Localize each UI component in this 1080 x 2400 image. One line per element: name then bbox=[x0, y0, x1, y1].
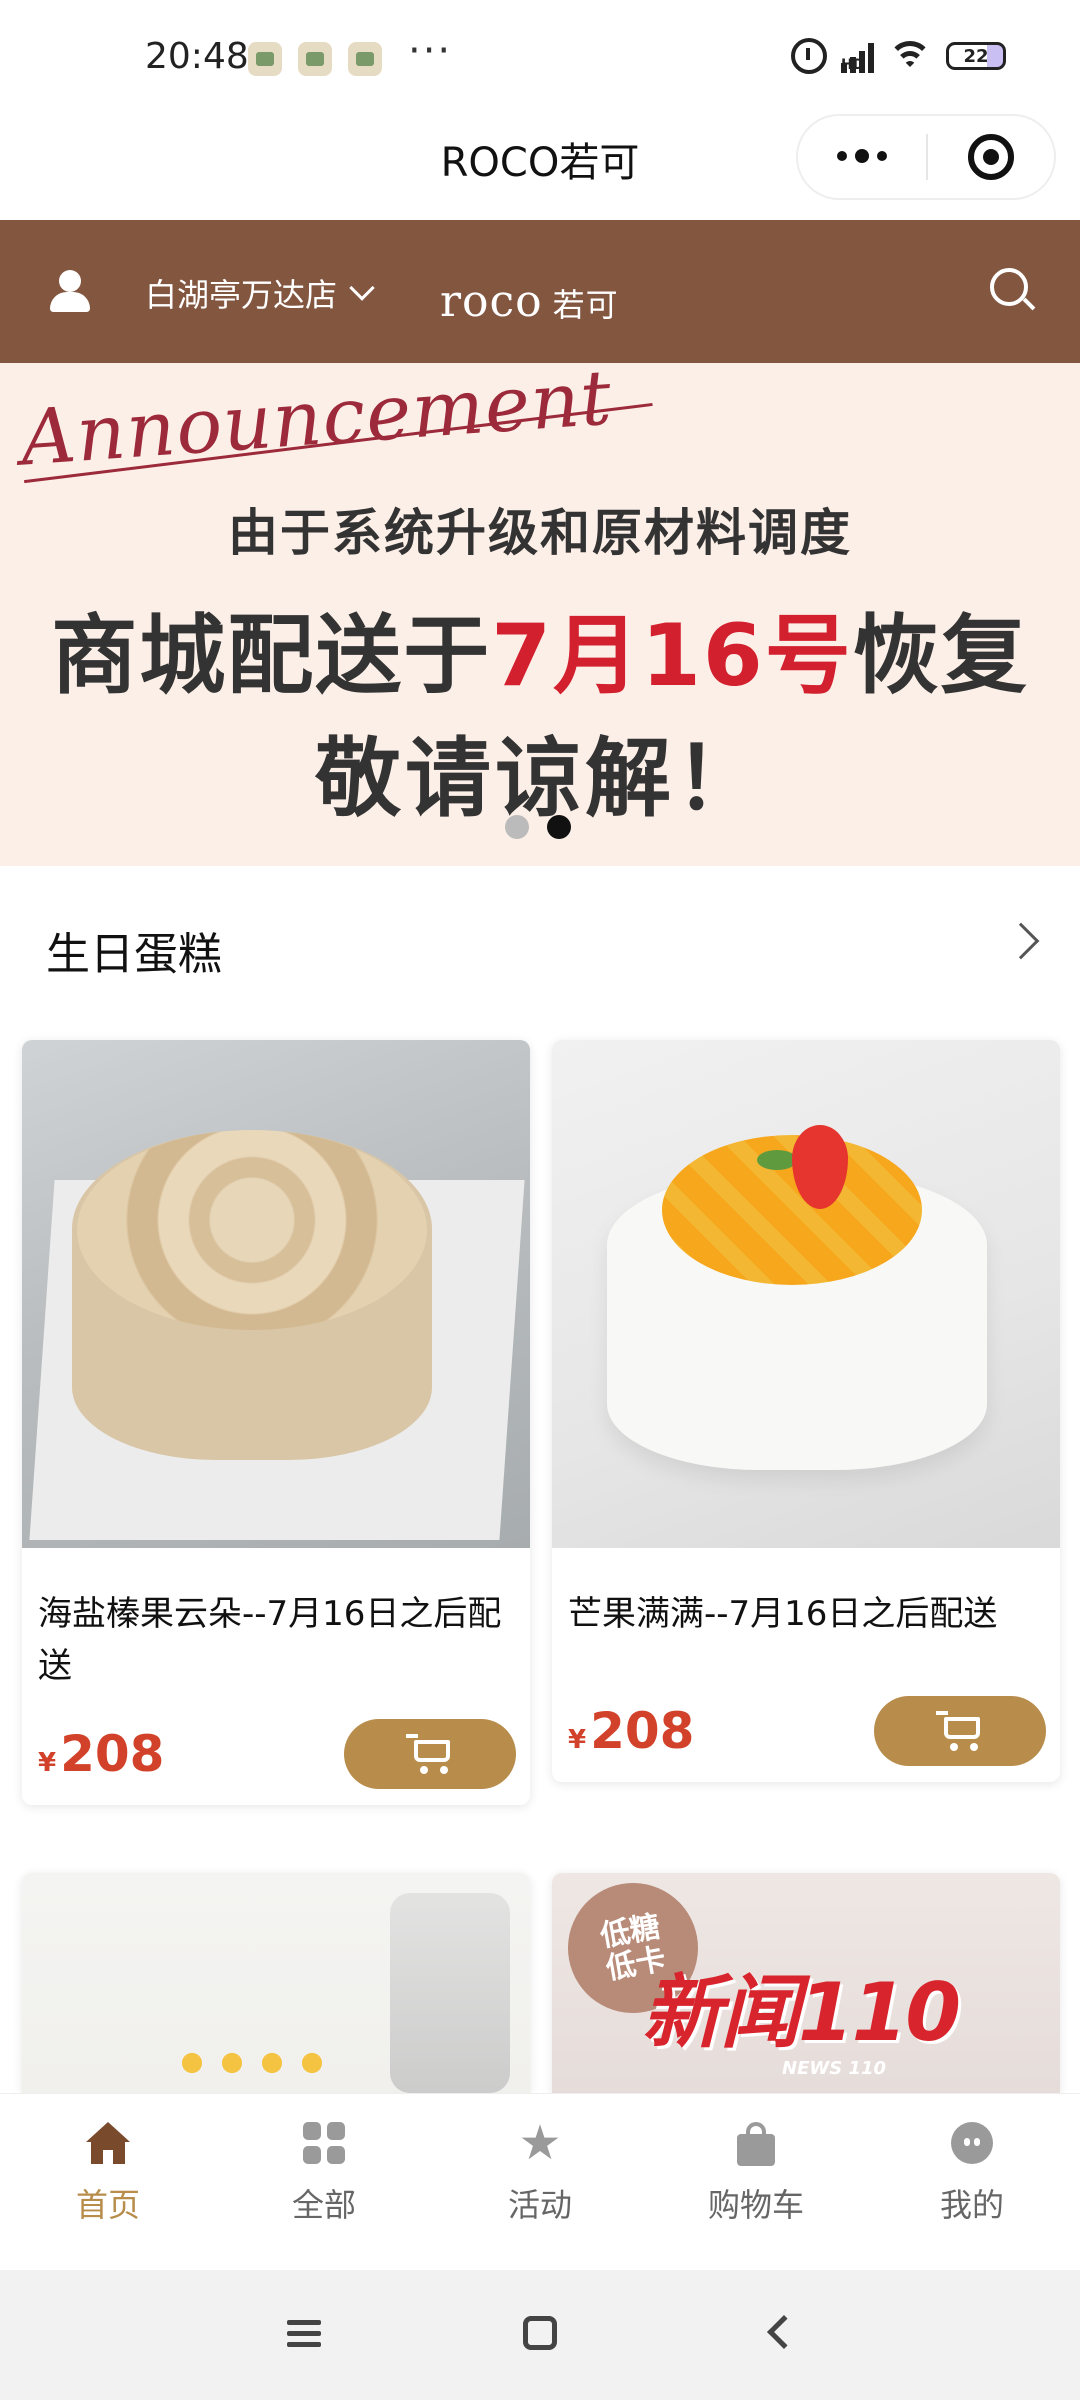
add-to-cart-button[interactable] bbox=[874, 1696, 1046, 1766]
battery-icon: 22 bbox=[946, 42, 1006, 70]
product-card[interactable]: 芒果满满--7月16日之后配送 ¥ 208 bbox=[552, 1040, 1060, 1782]
product-image[interactable] bbox=[552, 1040, 1060, 1548]
user-icon[interactable] bbox=[48, 270, 92, 314]
carousel-dot[interactable] bbox=[505, 815, 529, 839]
miniprogram-header: ROCO若可 bbox=[0, 110, 1080, 220]
back-icon[interactable] bbox=[767, 2315, 801, 2349]
battery-level: 22 bbox=[963, 45, 989, 67]
price-row: ¥ 208 bbox=[568, 1696, 1046, 1766]
banner-line-2-suffix: 恢复 bbox=[852, 606, 1029, 706]
tab-activities[interactable]: ★ 活动 bbox=[432, 2094, 648, 2270]
chevron-right-icon[interactable] bbox=[1002, 922, 1040, 960]
system-navigation-bar bbox=[0, 2270, 1080, 2400]
store-name: 白湖亭万达店 bbox=[145, 276, 338, 314]
banner-line-2: 商城配送于7月16号恢复 bbox=[0, 585, 1080, 710]
logo-cn-text: 若可 bbox=[552, 286, 619, 324]
tab-label: 购物车 bbox=[707, 2186, 804, 2224]
close-miniprogram-button[interactable] bbox=[928, 134, 1054, 180]
network-label: HD bbox=[841, 57, 865, 73]
banner-line-1: 由于系统升级和原材料调度 bbox=[228, 504, 852, 562]
product-card[interactable]: 海盐榛果云朵--7月16日之后配送 ¥ 208 bbox=[22, 1040, 530, 1805]
bottom-tab-bar: 首页 全部 ★ 活动 购物车 我的 bbox=[0, 2093, 1080, 2270]
more-options-button[interactable] bbox=[798, 149, 926, 163]
section-header[interactable]: 生日蛋糕 bbox=[0, 866, 1080, 1026]
product-price: ¥ 208 bbox=[38, 1725, 164, 1783]
status-time: 20:48 bbox=[145, 36, 249, 77]
tab-label: 首页 bbox=[75, 2186, 140, 2224]
brand-bar: 白湖亭万达店 roco 若可 bbox=[0, 220, 1080, 363]
wifi-icon bbox=[888, 39, 932, 73]
tab-label: 全部 bbox=[291, 2186, 356, 2224]
status-bar: 20:48 ··· HD 22 bbox=[0, 0, 1080, 110]
status-more-indicator: ··· bbox=[408, 28, 453, 74]
price-value: 208 bbox=[60, 1725, 165, 1783]
notification-app-icon bbox=[348, 42, 382, 76]
shopping-bag-icon bbox=[733, 2120, 779, 2166]
banner-highlight-date: 7月16号 bbox=[491, 606, 853, 706]
add-to-cart-button[interactable] bbox=[344, 1719, 516, 1789]
banner-line-2-prefix: 商城配送于 bbox=[51, 606, 492, 706]
logo-text: roco bbox=[440, 276, 543, 327]
tab-label: 我的 bbox=[939, 2186, 1004, 2224]
price-row: ¥ 208 bbox=[38, 1719, 516, 1789]
notification-app-icon bbox=[248, 42, 282, 76]
chevron-down-icon bbox=[349, 275, 375, 301]
currency-symbol: ¥ bbox=[568, 1725, 587, 1755]
news-overlay-subtext: NEWS 110 bbox=[782, 2058, 887, 2079]
carousel-indicator bbox=[505, 815, 571, 839]
product-name: 芒果满满--7月16日之后配送 bbox=[568, 1594, 998, 1634]
currency-symbol: ¥ bbox=[38, 1748, 57, 1778]
product-image[interactable] bbox=[22, 1873, 530, 2093]
capsule-menu bbox=[796, 114, 1056, 200]
notification-app-icon bbox=[298, 42, 332, 76]
tab-all[interactable]: 全部 bbox=[216, 2094, 432, 2270]
cart-icon bbox=[406, 1734, 454, 1774]
product-name: 海盐榛果云朵--7月16日之后配送 bbox=[38, 1594, 502, 1686]
tab-profile[interactable]: 我的 bbox=[864, 2094, 1080, 2270]
profile-icon bbox=[949, 2120, 995, 2166]
alarm-icon bbox=[791, 38, 827, 74]
product-price: ¥ 208 bbox=[568, 1702, 694, 1760]
store-selector[interactable]: 白湖亭万达店 bbox=[145, 270, 375, 316]
cart-icon bbox=[936, 1711, 984, 1751]
product-image[interactable]: 低糖 低卡 新闻110 NEWS 110 bbox=[552, 1873, 1060, 2093]
section-title: 生日蛋糕 bbox=[46, 929, 222, 980]
tab-label: 活动 bbox=[507, 2186, 572, 2224]
tab-home[interactable]: 首页 bbox=[0, 2094, 216, 2270]
star-icon: ★ bbox=[518, 2115, 562, 2171]
product-card[interactable] bbox=[22, 1873, 530, 2093]
brand-logo: roco 若可 bbox=[440, 276, 619, 327]
price-value: 208 bbox=[590, 1702, 695, 1760]
banner-script-title: Announcement bbox=[18, 363, 615, 483]
carousel-dot-active[interactable] bbox=[547, 815, 571, 839]
tab-cart[interactable]: 购物车 bbox=[648, 2094, 864, 2270]
home-icon bbox=[85, 2120, 131, 2166]
product-card[interactable]: 低糖 低卡 新闻110 NEWS 110 bbox=[552, 1873, 1060, 2093]
status-right-icons: HD 22 bbox=[791, 38, 1006, 74]
search-icon[interactable] bbox=[990, 268, 1036, 314]
news-overlay-text: 新闻110 bbox=[642, 1966, 961, 2059]
announcement-banner[interactable]: Announcement 由于系统升级和原材料调度 商城配送于7月16号恢复 敬… bbox=[0, 363, 1080, 866]
grid-icon bbox=[301, 2120, 347, 2166]
product-image[interactable] bbox=[22, 1040, 530, 1548]
recent-apps-icon[interactable] bbox=[287, 2320, 321, 2348]
notification-icons bbox=[248, 42, 382, 76]
signal-icon: HD bbox=[841, 39, 874, 73]
target-icon bbox=[967, 134, 1014, 180]
system-home-icon[interactable] bbox=[523, 2316, 557, 2350]
